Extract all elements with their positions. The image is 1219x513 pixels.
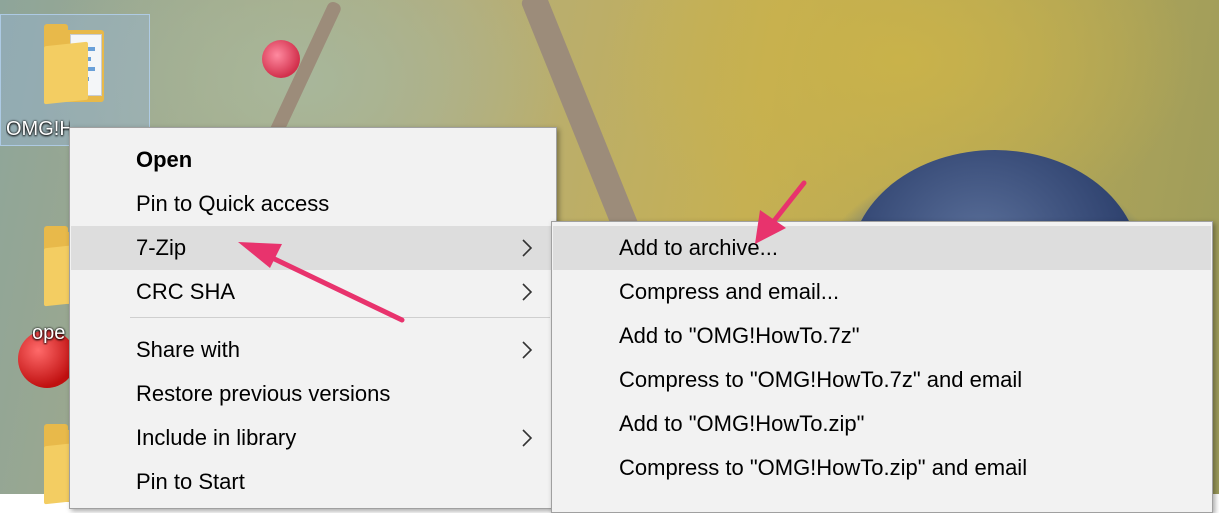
submenu-item-compress-7z-email[interactable]: Compress to "OMG!HowTo.7z" and email: [553, 358, 1211, 402]
submenu-item-add-archive[interactable]: Add to archive...: [553, 226, 1211, 270]
menu-item-share-with[interactable]: Share with: [71, 328, 555, 372]
menu-item-label: Pin to Quick access: [136, 191, 330, 216]
menu-item-label: Compress to "OMG!HowTo.7z" and email: [619, 367, 1023, 392]
chevron-right-icon: [522, 429, 533, 447]
folder-icon: [44, 24, 104, 105]
menu-item-label: Include in library: [136, 425, 297, 450]
menu-item-label: Add to "OMG!HowTo.7z": [619, 323, 860, 348]
menu-item-label: Restore previous versions: [136, 381, 391, 406]
menu-item-label: Share with: [136, 337, 240, 362]
chevron-right-icon: [522, 283, 533, 301]
submenu-item-add-7z[interactable]: Add to "OMG!HowTo.7z": [553, 314, 1211, 358]
menu-item-label: Pin to Start: [136, 469, 245, 494]
menu-item-label: 7-Zip: [136, 235, 187, 260]
menu-item-crc-sha[interactable]: CRC SHA: [71, 270, 555, 314]
menu-item-pin-quick-access[interactable]: Pin to Quick access: [71, 182, 555, 226]
submenu-item-add-zip[interactable]: Add to "OMG!HowTo.zip": [553, 402, 1211, 446]
desktop-icon-label: OMG!HowTo: [6, 118, 70, 140]
menu-item-label: Open: [136, 147, 193, 172]
menu-item-label: Add to "OMG!HowTo.zip": [619, 411, 865, 436]
menu-item-pin-start[interactable]: Pin to Start: [71, 460, 555, 504]
desktop-icon-label: ope: [32, 322, 66, 344]
menu-item-label: CRC SHA: [136, 279, 236, 304]
menu-item-label: Add to archive...: [619, 235, 778, 260]
menu-item-7zip[interactable]: 7-Zip: [71, 226, 555, 270]
context-menu: Open Pin to Quick access 7-Zip CRC SHA S…: [69, 127, 557, 509]
menu-item-open[interactable]: Open: [71, 138, 555, 182]
menu-item-include-library[interactable]: Include in library: [71, 416, 555, 460]
wallpaper-blossom: [262, 40, 300, 78]
menu-item-restore-previous[interactable]: Restore previous versions: [71, 372, 555, 416]
menu-item-label: Compress and email...: [619, 279, 840, 304]
submenu-7zip: Add to archive... Compress and email... …: [551, 221, 1213, 513]
submenu-item-compress-zip-email[interactable]: Compress to "OMG!HowTo.zip" and email: [553, 446, 1211, 490]
chevron-right-icon: [522, 341, 533, 359]
menu-item-label: Compress to "OMG!HowTo.zip" and email: [619, 455, 1028, 480]
chevron-right-icon: [522, 239, 533, 257]
menu-separator: [130, 317, 550, 318]
submenu-item-compress-email[interactable]: Compress and email...: [553, 270, 1211, 314]
